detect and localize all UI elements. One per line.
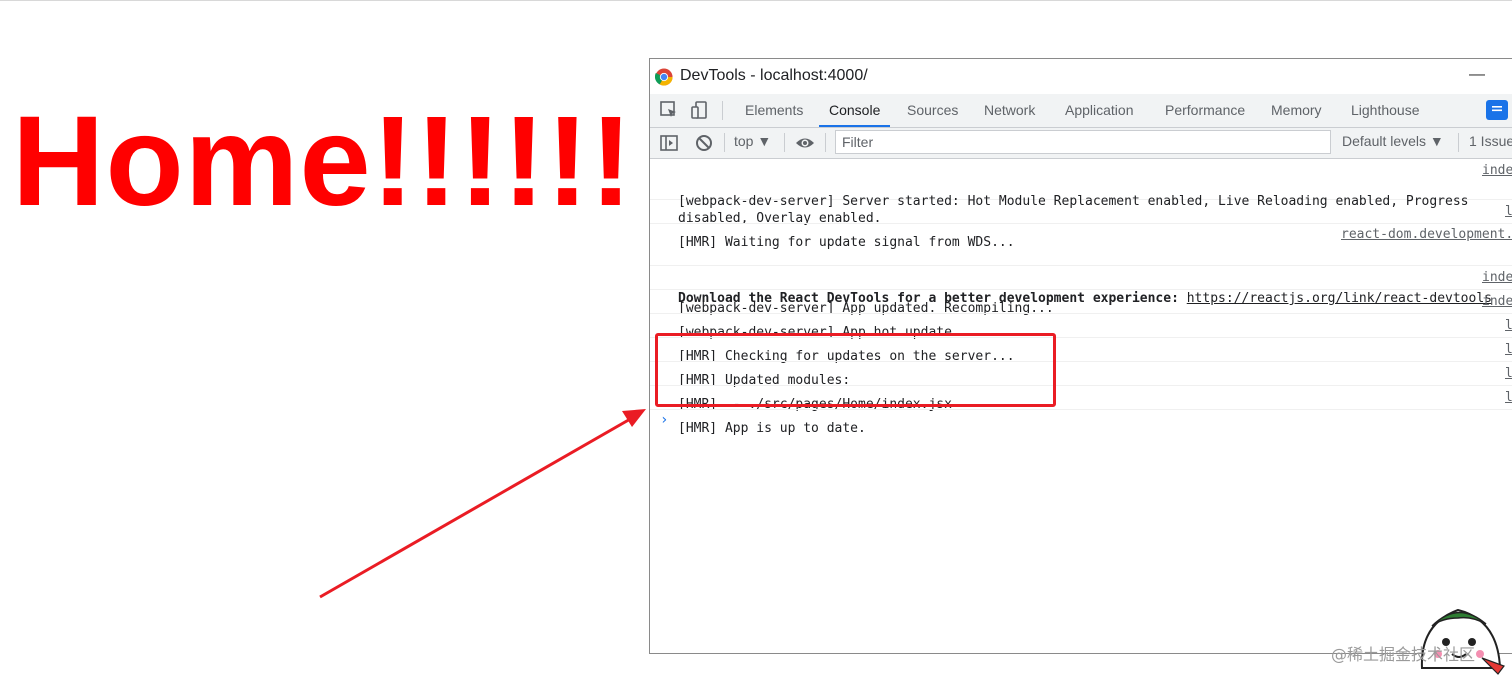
annotation-arrow <box>319 409 646 599</box>
watermark: @稀土掘金技术社区 <box>1331 645 1476 664</box>
